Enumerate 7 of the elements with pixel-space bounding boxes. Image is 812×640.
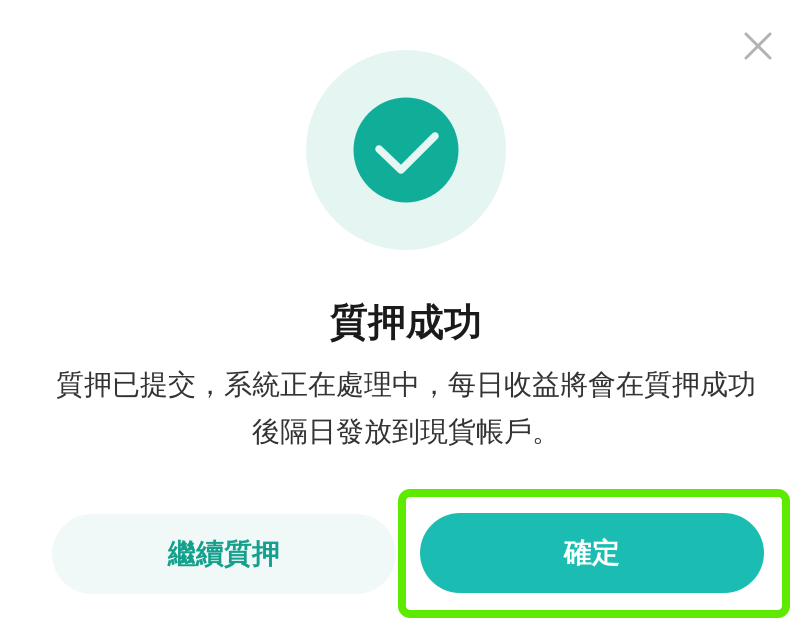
- success-check-icon: [306, 50, 506, 250]
- continue-button[interactable]: 繼續質押: [52, 514, 396, 594]
- confirm-button[interactable]: 確定: [420, 513, 764, 593]
- dialog-title: 質押成功: [330, 299, 482, 346]
- dialog-message: 質押已提交，系統正在處理中，每日收益將會在質押成功後隔日發放到現貨帳戶。: [55, 367, 757, 450]
- close-icon: [744, 32, 772, 60]
- close-button[interactable]: [743, 31, 773, 61]
